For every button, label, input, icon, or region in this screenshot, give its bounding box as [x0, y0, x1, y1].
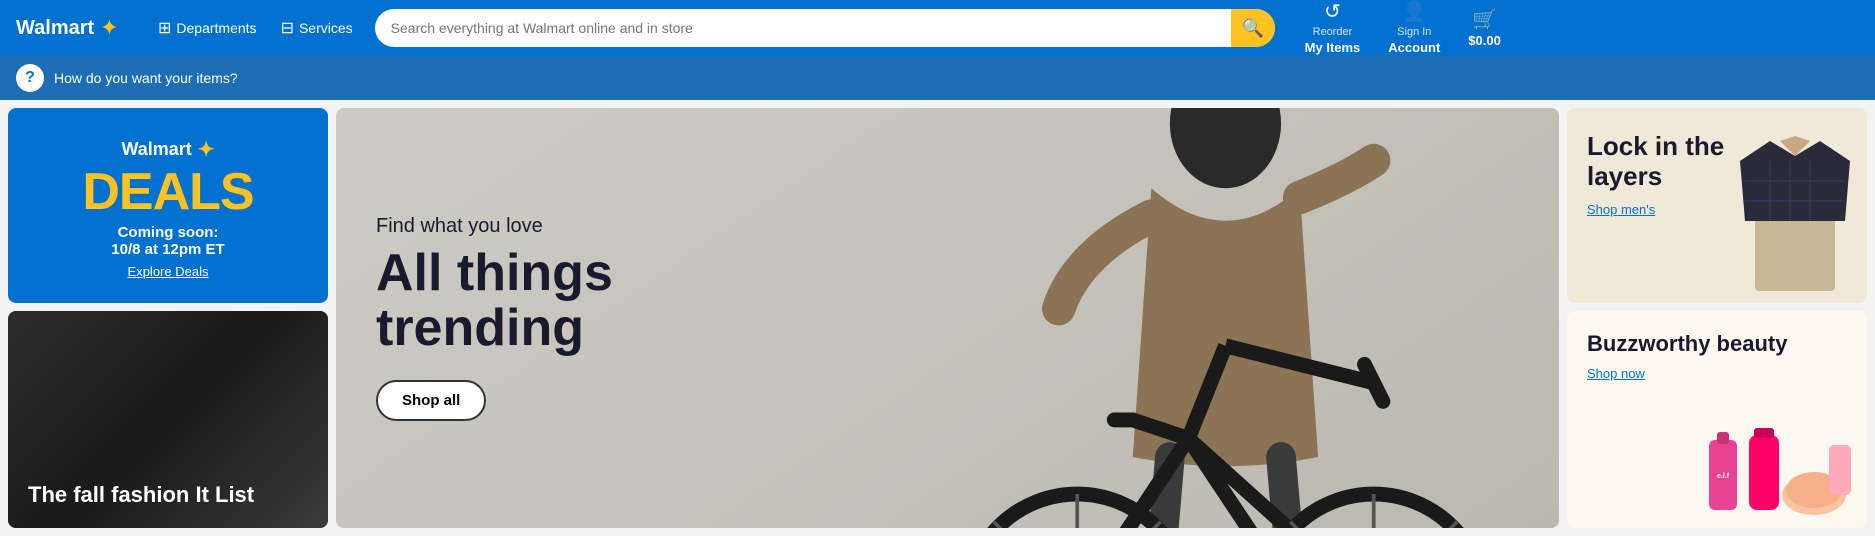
- layers-card: Lock in the layers Shop men's: [1567, 108, 1867, 303]
- layers-heading: Lock in the layers: [1587, 132, 1730, 192]
- reorder-label-bottom: My Items: [1305, 40, 1361, 57]
- signin-button[interactable]: 👤 Sign In Account: [1378, 0, 1450, 61]
- deals-walmart-label: Walmart: [121, 139, 191, 160]
- signin-label-bottom: Account: [1388, 40, 1440, 57]
- explore-deals-link[interactable]: Explore Deals: [128, 264, 209, 279]
- beauty-products: e.l.f: [1691, 412, 1867, 528]
- beauty-products-svg: e.l.f: [1699, 420, 1859, 520]
- delivery-banner[interactable]: ? How do you want your items?: [0, 56, 1875, 100]
- center-find-text: Find what you love: [376, 215, 1519, 238]
- main-nav: ⊞ Departments ⊟ Services: [148, 12, 363, 44]
- logo[interactable]: Walmart ✦: [16, 15, 136, 41]
- reorder-label-top: Reorder: [1313, 25, 1353, 39]
- fashion-card[interactable]: The fall fashion It List: [8, 311, 328, 528]
- fashion-heading: The fall fashion It List: [28, 482, 254, 508]
- header: Walmart ✦ ⊞ Departments ⊟ Services 🔍 ↺ R…: [0, 0, 1875, 56]
- logo-text: Walmart: [16, 17, 94, 40]
- reorder-button[interactable]: ↺ Reorder My Items: [1295, 0, 1371, 61]
- deals-date: 10/8 at 12pm ET: [111, 241, 224, 258]
- center-overlay: Find what you love All things trending S…: [336, 108, 1559, 528]
- search-button[interactable]: 🔍: [1231, 9, 1275, 47]
- deals-big-text: DEALS: [82, 166, 253, 218]
- header-right: ↺ Reorder My Items 👤 Sign In Account 🛒 $…: [1295, 0, 1511, 61]
- services-icon: ⊟: [281, 18, 294, 38]
- search-bar: 🔍: [375, 9, 1275, 47]
- reorder-icon: ↺: [1324, 0, 1341, 25]
- services-label: Services: [299, 20, 353, 36]
- clothes-svg: [1730, 121, 1860, 291]
- center-hero: Find what you love All things trending S…: [336, 108, 1559, 528]
- center-heading-line1: All things: [376, 244, 613, 302]
- deals-coming-soon: Coming soon: 10/8 at 12pm ET: [111, 224, 224, 258]
- layers-clothes-image: [1723, 108, 1867, 303]
- delivery-icon: ?: [16, 64, 44, 92]
- deals-card: Walmart ✦ DEALS Coming soon: 10/8 at 12p…: [8, 108, 328, 303]
- beauty-card: Buzzworthy beauty Shop now e.l.f: [1567, 311, 1867, 528]
- main-content: Walmart ✦ DEALS Coming soon: 10/8 at 12p…: [0, 100, 1875, 536]
- shop-now-link[interactable]: Shop now: [1587, 366, 1645, 381]
- deals-spark-icon: ✦: [198, 137, 215, 162]
- svg-text:e.l.f: e.l.f: [1717, 473, 1730, 480]
- cart-amount: $0.00: [1468, 33, 1501, 50]
- center-heading: All things trending: [376, 246, 1519, 355]
- cart-icon: 🛒: [1472, 7, 1497, 33]
- departments-label: Departments: [176, 20, 256, 36]
- departments-button[interactable]: ⊞ Departments: [148, 12, 267, 44]
- left-column: Walmart ✦ DEALS Coming soon: 10/8 at 12p…: [8, 108, 328, 528]
- spark-icon: ✦: [100, 15, 118, 41]
- grid-icon: ⊞: [158, 18, 171, 38]
- search-icon: 🔍: [1241, 18, 1263, 39]
- right-column: Lock in the layers Shop men's: [1567, 108, 1867, 528]
- beauty-heading: Buzzworthy beauty: [1587, 331, 1847, 357]
- center-heading-line2: trending: [376, 299, 584, 357]
- signin-label-top: Sign In: [1397, 25, 1431, 39]
- cart-button[interactable]: 🛒 $0.00: [1458, 3, 1511, 54]
- account-icon: 👤: [1402, 0, 1427, 25]
- shop-all-button[interactable]: Shop all: [376, 380, 486, 421]
- banner-text: How do you want your items?: [54, 70, 238, 86]
- services-button[interactable]: ⊟ Services: [271, 12, 363, 44]
- search-input[interactable]: [375, 20, 1231, 36]
- deals-walmart-logo: Walmart ✦: [121, 137, 214, 162]
